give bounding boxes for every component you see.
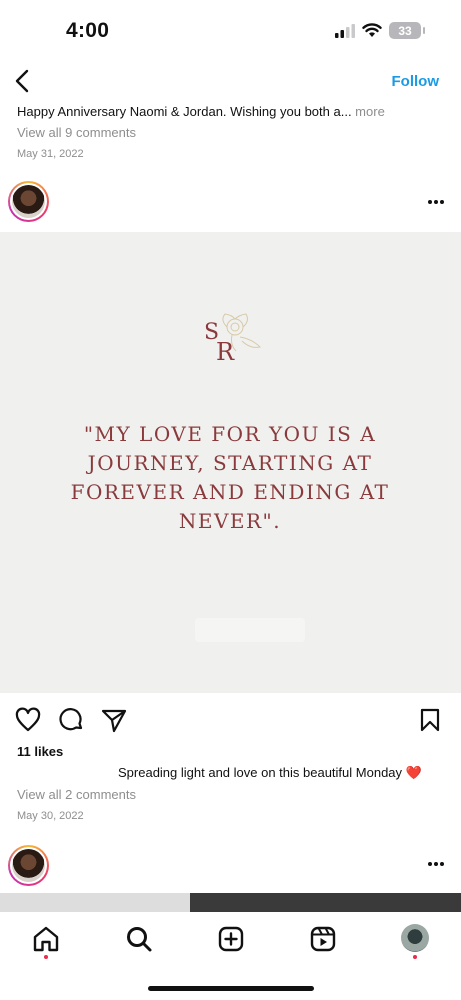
likes-count[interactable]: 11 likes [17, 744, 63, 759]
create-icon[interactable] [216, 924, 246, 954]
view-comments-link-2[interactable]: View all 2 comments [17, 787, 136, 802]
avatar[interactable] [8, 181, 49, 222]
watermark [195, 618, 305, 642]
monogram-r: R [216, 338, 235, 366]
save-icon[interactable] [416, 706, 444, 734]
more-options-icon-3[interactable] [427, 861, 445, 867]
post-caption-2: Spreading light and love on this beautif… [118, 765, 422, 780]
home-icon[interactable] [31, 924, 61, 954]
home-notification-dot [44, 955, 48, 959]
post-image-3[interactable] [0, 893, 461, 913]
reels-icon[interactable] [308, 924, 338, 954]
follow-button[interactable]: Follow [392, 73, 440, 90]
monogram-logo: S R [204, 313, 262, 366]
battery-icon: 33 [389, 22, 425, 39]
nav-bar: Follow [0, 58, 461, 104]
back-icon[interactable] [12, 68, 34, 94]
like-icon[interactable] [14, 706, 42, 734]
comment-icon[interactable] [57, 706, 85, 734]
quote-text: "MY LOVE FOR YOU IS A JOURNEY, STARTING … [70, 422, 390, 533]
more-link[interactable]: more [352, 104, 385, 119]
search-icon[interactable] [124, 924, 154, 954]
post-date: May 31, 2022 [17, 148, 84, 160]
post-caption: Happy Anniversary Naomi & Jordan. Wishin… [17, 104, 447, 119]
profile-avatar[interactable] [401, 924, 429, 952]
more-options-icon[interactable] [427, 199, 445, 205]
caption-text: Happy Anniversary Naomi & Jordan. Wishin… [17, 104, 352, 119]
profile-notification-dot [413, 955, 417, 959]
bottom-tab-bar [0, 912, 461, 1000]
action-row [0, 700, 461, 740]
wifi-icon [362, 23, 382, 37]
home-indicator [148, 986, 314, 991]
view-comments-link[interactable]: View all 9 comments [17, 125, 136, 140]
status-time: 4:00 [66, 19, 110, 42]
status-bar: 4:00 33 [0, 0, 461, 58]
post-date-2: May 30, 2022 [17, 810, 84, 822]
signal-icon [335, 23, 355, 38]
status-icons: 33 [335, 22, 425, 39]
share-icon[interactable] [100, 706, 128, 734]
avatar-3[interactable] [8, 845, 49, 886]
